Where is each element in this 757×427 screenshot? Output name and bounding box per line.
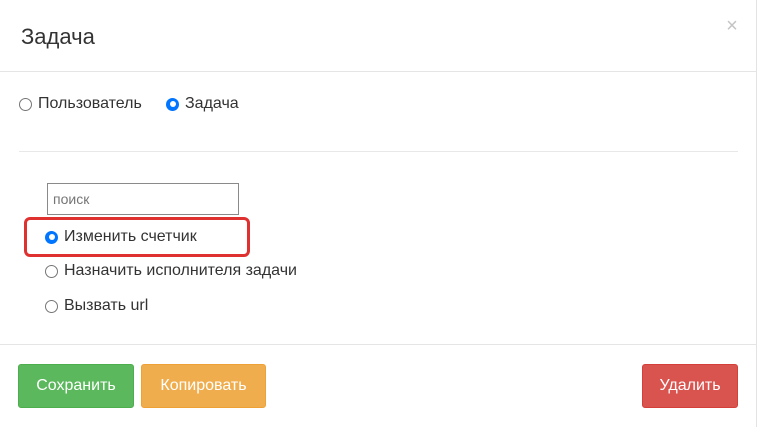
radio-button-assign-executor[interactable] bbox=[45, 264, 58, 278]
radio-button-change-counter[interactable] bbox=[45, 230, 58, 244]
radio-label-task: Задача bbox=[185, 95, 239, 112]
copy-button[interactable]: Копировать bbox=[141, 364, 266, 408]
section-divider bbox=[19, 151, 738, 152]
task-modal: Задача × Пользователь Задача Изменить сч… bbox=[0, 0, 757, 427]
radio-button-task[interactable] bbox=[166, 97, 179, 111]
action-option-change-counter[interactable]: Изменить счетчик bbox=[45, 228, 197, 246]
action-label-call-url: Вызвать url bbox=[64, 297, 149, 314]
close-icon[interactable]: × bbox=[724, 16, 740, 36]
action-label-change-counter: Изменить счетчик bbox=[64, 228, 197, 245]
action-label-assign-executor: Назначить исполнителя задачи bbox=[64, 262, 297, 279]
radio-option-task[interactable]: Задача bbox=[166, 95, 239, 113]
search-input[interactable] bbox=[47, 183, 239, 215]
modal-header: Задача × bbox=[0, 0, 757, 72]
radio-label-user: Пользователь bbox=[38, 95, 142, 112]
save-button[interactable]: Сохранить bbox=[18, 364, 134, 408]
delete-button[interactable]: Удалить bbox=[642, 364, 738, 408]
modal-title: Задача bbox=[21, 24, 95, 49]
footer-divider bbox=[0, 344, 757, 345]
action-option-assign-executor[interactable]: Назначить исполнителя задачи bbox=[45, 262, 297, 280]
action-option-call-url[interactable]: Вызвать url bbox=[45, 297, 148, 315]
radio-option-user[interactable]: Пользователь bbox=[19, 95, 142, 113]
radio-button-user[interactable] bbox=[19, 97, 32, 111]
radio-button-call-url[interactable] bbox=[45, 299, 58, 313]
